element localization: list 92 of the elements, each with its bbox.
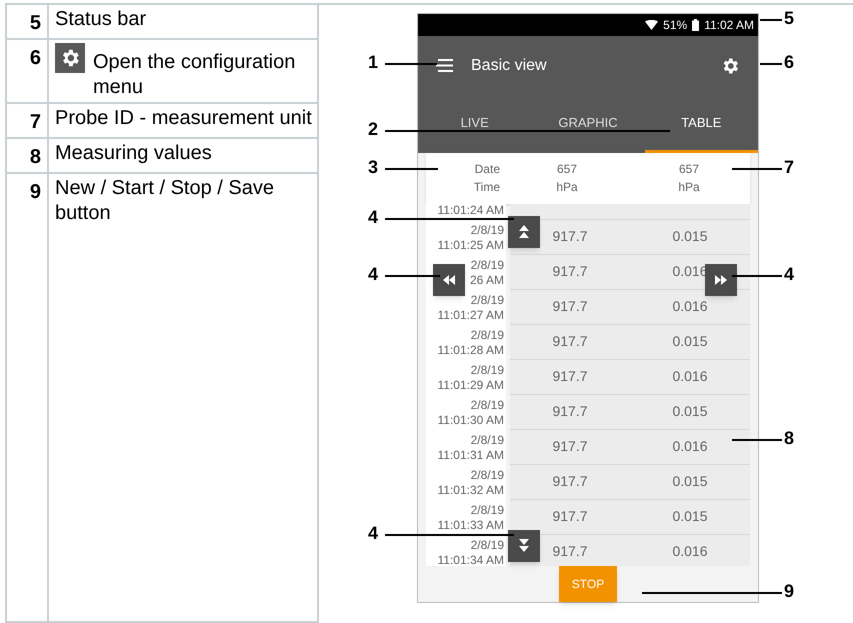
callout-number: 3 bbox=[368, 156, 378, 178]
date-cell: 2/8/19 bbox=[470, 258, 504, 273]
callout-number: 4 bbox=[368, 206, 378, 228]
date-cell: 2/8/19 bbox=[470, 538, 504, 553]
wifi-icon bbox=[645, 20, 658, 30]
value-cell-text: 917.7 bbox=[552, 367, 588, 386]
callout-number: 4 bbox=[784, 263, 794, 285]
time-cell: 11:01:24 AM bbox=[438, 204, 504, 218]
double-up-arrow-icon bbox=[517, 225, 531, 239]
value-cell-text: 917.7 bbox=[552, 542, 588, 562]
value-cell-text: 0.016 bbox=[672, 542, 708, 562]
value-cell-text: 917.7 bbox=[552, 437, 588, 456]
value-cell-text: 0.015 bbox=[672, 507, 708, 526]
date-cell: 2/8/19 bbox=[470, 502, 504, 518]
leader-line bbox=[385, 275, 440, 277]
leader-line bbox=[732, 168, 782, 170]
app-title: Basic view bbox=[471, 56, 548, 76]
scroll-bottom-button[interactable] bbox=[508, 530, 540, 562]
column-unit: Time bbox=[474, 179, 500, 196]
tab[interactable]: LIVE bbox=[418, 96, 532, 152]
double-left-arrow-icon bbox=[442, 273, 456, 287]
value-cell-text: 917.7 bbox=[552, 262, 588, 282]
row-number: 5 bbox=[30, 12, 41, 34]
time-cell: 11:01:30 AM bbox=[438, 412, 504, 428]
time-cell: 11:01:27 AM bbox=[438, 308, 504, 323]
leader-line bbox=[760, 19, 782, 21]
rewind-button[interactable] bbox=[433, 264, 465, 296]
time-cell: 11:01:32 AM bbox=[438, 482, 504, 498]
column-unit: hPa bbox=[678, 179, 700, 196]
column-heading: Date bbox=[474, 161, 500, 178]
fast-forward-button[interactable] bbox=[705, 264, 737, 296]
value-cell-text: 0.016 bbox=[672, 367, 708, 386]
battery-level: 51% bbox=[663, 16, 688, 34]
date-cell: 2/8/19 bbox=[470, 292, 504, 308]
legend-text: Measuring values bbox=[55, 141, 212, 166]
callout-number: 6 bbox=[784, 51, 794, 73]
leader-line bbox=[732, 275, 782, 277]
time-cell: 11:01:31 AM bbox=[438, 448, 504, 463]
callout-number: 5 bbox=[784, 7, 794, 29]
date-cell: 2/8/19 bbox=[470, 362, 504, 378]
value-cell-text: 917.7 bbox=[552, 297, 588, 316]
value-cell-text: 0.016 bbox=[672, 297, 708, 316]
legend-text: Open the configuration menu bbox=[93, 50, 296, 100]
value-cell-text: 0.015 bbox=[672, 402, 708, 422]
row-number: 9 bbox=[30, 181, 41, 203]
menu-icon[interactable] bbox=[436, 59, 453, 72]
value-cell-text: 917.7 bbox=[552, 402, 588, 422]
column-unit: hPa bbox=[556, 179, 578, 196]
leader-line bbox=[385, 168, 438, 170]
callout-number: 8 bbox=[784, 427, 794, 449]
date-cell: 2/8/19 bbox=[470, 222, 504, 238]
value-cell-text: 0.016 bbox=[672, 437, 708, 456]
legend-text: Status bar bbox=[55, 7, 146, 32]
legend-text: Probe ID - measurement unit bbox=[55, 106, 312, 131]
value-cell-text: 0.015 bbox=[672, 472, 708, 492]
callout-number: 2 bbox=[368, 118, 378, 140]
callout-number: 1 bbox=[368, 51, 378, 73]
scroll-top-button[interactable] bbox=[508, 216, 540, 248]
value-cell-text: 917.7 bbox=[552, 227, 588, 246]
value-cell-text: 917.7 bbox=[552, 332, 588, 352]
time-cell: 11:01:25 AM bbox=[438, 238, 504, 253]
time-cell: 11:01:34 AM bbox=[438, 552, 504, 566]
row-number: 6 bbox=[30, 47, 41, 69]
value-cell-text: 0.015 bbox=[672, 332, 708, 352]
column-heading: 657 bbox=[556, 161, 578, 178]
callout-number: 7 bbox=[784, 156, 794, 178]
date-cell: 2/8/19 bbox=[470, 468, 504, 483]
value-cell-text: 917.7 bbox=[552, 507, 588, 526]
date-cell: 2/8/19 bbox=[470, 328, 504, 343]
leader-line bbox=[760, 63, 782, 65]
time-cell: 26 AM bbox=[470, 272, 504, 288]
battery-icon bbox=[692, 18, 700, 31]
value-cell-text: 917.7 bbox=[552, 472, 588, 492]
row-number: 8 bbox=[30, 146, 41, 168]
double-down-arrow-icon bbox=[517, 539, 531, 553]
clock-time: 11:02 AM bbox=[704, 16, 754, 34]
date-cell: 2/8/19 bbox=[470, 432, 504, 448]
callout-number: 9 bbox=[784, 580, 794, 602]
date-cell: 2/8/19 bbox=[470, 398, 504, 413]
row-number: 7 bbox=[30, 111, 41, 133]
callout-number: 4 bbox=[368, 263, 378, 285]
callout-number: 4 bbox=[368, 522, 378, 544]
time-cell: 11:01:29 AM bbox=[438, 378, 504, 393]
value-cell-text: 0.015 bbox=[672, 227, 708, 246]
leader-line bbox=[732, 439, 782, 441]
double-right-arrow-icon bbox=[714, 273, 728, 287]
legend-text: New / Start / Stop / Save button bbox=[55, 176, 275, 226]
time-cell: 11:01:28 AM bbox=[438, 342, 504, 358]
time-cell: 11:01:33 AM bbox=[438, 518, 504, 533]
tab[interactable]: GRAPHIC bbox=[531, 96, 645, 152]
column-heading: 657 bbox=[678, 161, 700, 178]
leader-line bbox=[385, 63, 437, 65]
